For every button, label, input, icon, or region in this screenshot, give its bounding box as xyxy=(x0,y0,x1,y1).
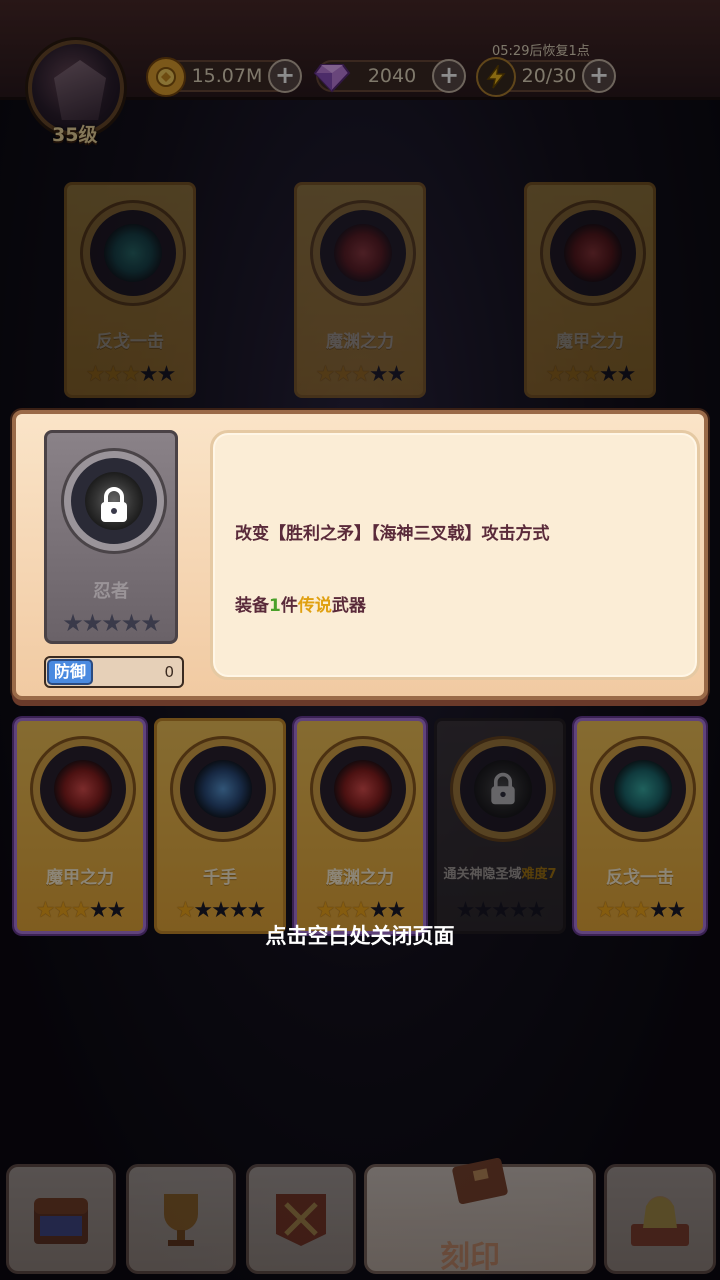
defense-label: 防御 xyxy=(47,659,93,685)
card-detail-panel: 忍者 ★★★★★ 防御 0 改变【胜利之矛】【海神三叉戟】攻击方式 装备1件传说… xyxy=(12,410,708,700)
nav-trophy-button[interactable] xyxy=(126,1164,236,1274)
defense-value: 0 xyxy=(164,663,174,681)
nav-treasure-button[interactable] xyxy=(6,1164,116,1274)
selected-card: 忍者 ★★★★★ xyxy=(44,430,178,644)
selected-card-name: 忍者 xyxy=(93,581,129,602)
effect-text: 改变【胜利之矛】【海神三叉戟】攻击方式 xyxy=(235,524,550,544)
engrave-book-icon xyxy=(452,1157,508,1205)
selected-card-stars: ★★★★★ xyxy=(62,609,162,637)
lock-icon xyxy=(101,487,127,522)
defense-stat: 防御 0 xyxy=(44,656,184,688)
battle-banner-icon xyxy=(276,1194,326,1246)
nav-engrave-label: 刻印 xyxy=(440,1240,500,1275)
trophy-icon xyxy=(164,1194,198,1246)
requirement-text: 装备1件传说武器 xyxy=(235,596,366,616)
treasure-chest-icon xyxy=(34,1198,88,1244)
nav-character-button[interactable] xyxy=(604,1164,716,1274)
character-book-icon xyxy=(631,1196,689,1246)
card-description: 改变【胜利之矛】【海神三叉戟】攻击方式 装备1件传说武器 xyxy=(210,430,700,680)
nav-battle-button[interactable] xyxy=(246,1164,356,1274)
close-hint: 点击空白处关闭页面 xyxy=(265,924,455,948)
